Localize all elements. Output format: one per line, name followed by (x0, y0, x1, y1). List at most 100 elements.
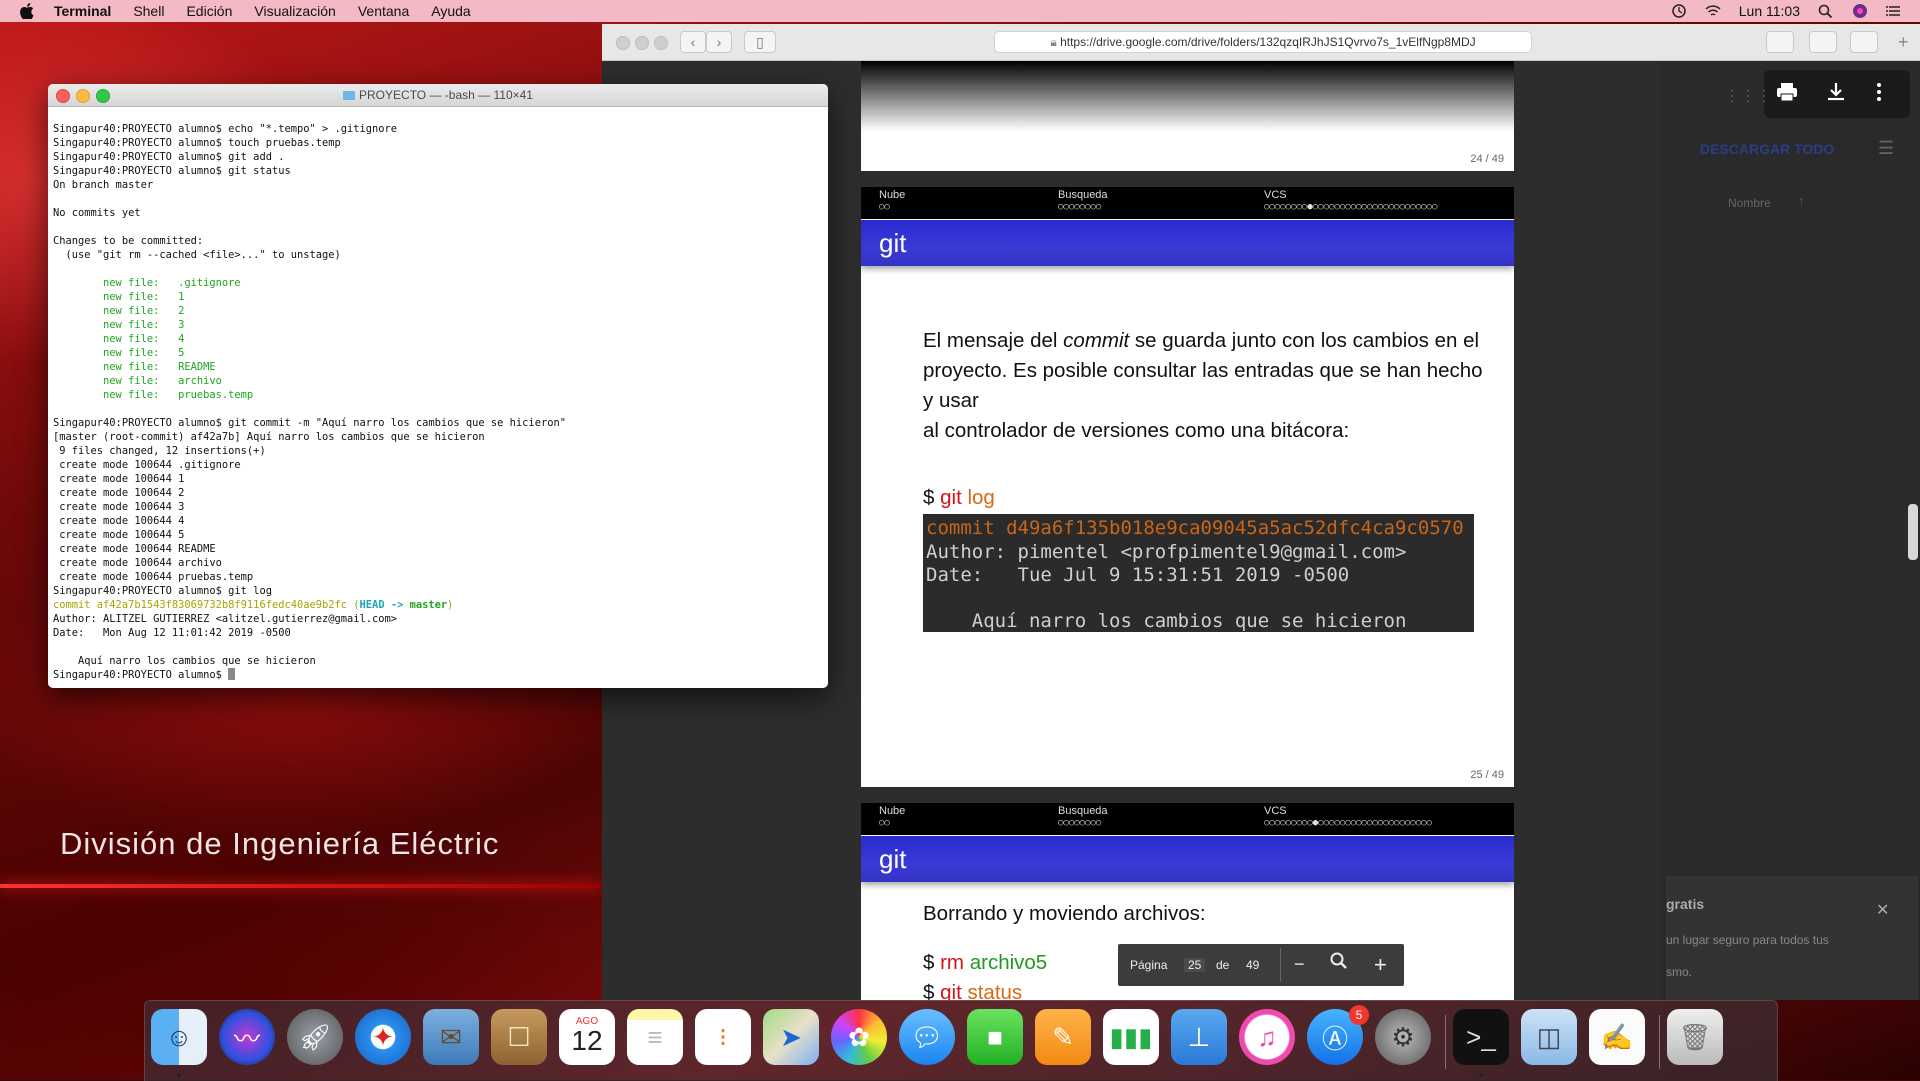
scrollbar-thumb[interactable] (1908, 504, 1918, 560)
download-all-button[interactable]: DESCARGAR TODO (1700, 141, 1834, 157)
column-header-name[interactable]: Nombre (1728, 196, 1771, 210)
itunes-icon[interactable]: ♫ (1239, 1009, 1295, 1065)
keynote-icon[interactable]: ⊥ (1171, 1009, 1227, 1065)
close-icon[interactable]: ✕ (1876, 900, 1889, 920)
nav-section-busqueda[interactable]: Busqueda (1058, 805, 1108, 817)
apps-grid-icon[interactable]: ⋮⋮⋮ (1724, 86, 1772, 106)
pdf-page-25: Nube ○○ Busqueda ○○○○○○○○ VCS ○○○○○○○○●○… (861, 187, 1514, 787)
download-icon[interactable] (1826, 82, 1846, 107)
command-name: rm (940, 951, 965, 974)
slide-title: git (861, 836, 1514, 882)
zoom-out-icon[interactable]: − (1294, 954, 1305, 975)
numbers-icon[interactable]: ▮▮▮ (1103, 1009, 1159, 1065)
log-author-line: Author: pimentel <profpimentel9@gmail.co… (926, 541, 1407, 563)
trash-icon[interactable]: 🗑︎ (1667, 1009, 1723, 1065)
browser-minimize-button[interactable] (635, 36, 649, 50)
terminal-output[interactable]: Singapur40:PROYECTO alumno$ echo "*.temp… (53, 122, 813, 682)
menu-clock[interactable]: Lun 11:03 (1739, 3, 1800, 19)
page-number-input[interactable]: 25 (1184, 958, 1206, 972)
launchpad-icon[interactable]: 🚀︎ (287, 1009, 343, 1065)
command-arg: archivo5 (969, 951, 1048, 974)
browser-close-button[interactable] (616, 36, 630, 50)
menu-visualizacion[interactable]: Visualización (254, 3, 335, 19)
preview-icon[interactable]: ◫ (1521, 1009, 1577, 1065)
terminal-line: Singapur40:PROYECTO alumno$ git status (53, 165, 291, 177)
user-avatar-icon[interactable] (1852, 4, 1868, 18)
slide-paragraph: El mensaje del commit se guarda junto co… (923, 326, 1483, 446)
calendar-icon[interactable]: AGO 12 (559, 1009, 615, 1065)
nav-dots[interactable]: ○○○○○○○○○●○○○○○○○○○○○○○○○○○○○○○ (1264, 818, 1432, 828)
apple-menu-icon[interactable] (20, 3, 34, 20)
mail-icon[interactable]: ✉ (423, 1009, 479, 1065)
print-icon[interactable] (1776, 82, 1798, 107)
sort-arrow-icon[interactable]: ↑ (1798, 193, 1805, 208)
reminders-icon[interactable]: ⁝ (695, 1009, 751, 1065)
pdf-page-controls: Página 25 de 49 − + (1118, 944, 1404, 986)
messages-icon[interactable]: 💬︎ (899, 1009, 955, 1065)
terminal-line: new file: 1 (53, 291, 185, 303)
zoom-magnifier-icon[interactable] (1330, 952, 1348, 973)
nav-section-nube[interactable]: Nube (879, 189, 905, 201)
terminal-line: create mode 100644 2 (53, 487, 185, 499)
notification-center-icon[interactable] (1886, 4, 1902, 18)
wifi-icon[interactable] (1705, 4, 1721, 18)
nav-section-nube[interactable]: Nube (879, 805, 905, 817)
safari-icon[interactable]: ✦ (355, 1009, 411, 1065)
nav-section-vcs[interactable]: VCS (1264, 805, 1287, 817)
sidebar-toggle-button[interactable]: ▯ (744, 31, 776, 53)
maps-icon[interactable]: ➤ (763, 1009, 819, 1065)
facetime-icon[interactable]: ■ (967, 1009, 1023, 1065)
browser-zoom-button[interactable] (654, 36, 668, 50)
menu-shell[interactable]: Shell (133, 3, 164, 19)
terminal-line: Singapur40:PROYECTO alumno$ touch prueba… (53, 137, 341, 149)
spotlight-search-icon[interactable] (1818, 4, 1834, 19)
menu-edicion[interactable]: Edición (186, 3, 232, 19)
terminal-minimize-button[interactable] (76, 89, 90, 103)
terminal-icon[interactable]: >_ (1453, 1009, 1509, 1065)
nav-dots[interactable]: ○○○○○○○○●○○○○○○○○○○○○○○○○○○○○○○○ (1264, 202, 1437, 212)
running-indicator (177, 1073, 181, 1077)
terminal-zoom-button[interactable] (96, 89, 110, 103)
nav-dots[interactable]: ○○○○○○○○ (1058, 202, 1101, 212)
chevron-left-icon: ‹ (690, 34, 696, 50)
downloads-button[interactable] (1766, 31, 1794, 53)
contacts-icon[interactable]: ☐ (491, 1009, 547, 1065)
pages-icon[interactable]: ✎ (1035, 1009, 1091, 1065)
new-tab-button[interactable]: + (1898, 32, 1909, 53)
nav-section-vcs[interactable]: VCS (1264, 189, 1287, 201)
zoom-in-icon[interactable]: + (1374, 952, 1387, 978)
back-button[interactable]: ‹ (680, 31, 706, 53)
share-button[interactable] (1809, 31, 1837, 53)
commit-head-ref: HEAD -> master (360, 599, 448, 611)
more-options-icon[interactable] (1876, 82, 1882, 107)
finder-icon[interactable]: ☺ (151, 1009, 207, 1065)
commit-paren: ) (447, 599, 454, 611)
time-machine-icon[interactable] (1671, 4, 1687, 18)
siri-icon[interactable]: 〰 (219, 1009, 275, 1065)
nav-section-busqueda[interactable]: Busqueda (1058, 189, 1108, 201)
textedit-icon[interactable]: ✍ (1589, 1009, 1645, 1065)
page-number: 25 / 49 (1470, 769, 1504, 781)
terminal-line: Singapur40:PROYECTO alumno$ (53, 668, 813, 682)
terminal-line: commit af42a7b1543f83069732b8f9116fedc40… (53, 598, 813, 612)
notes-icon[interactable]: ≡ (627, 1009, 683, 1065)
menu-ventana[interactable]: Ventana (358, 3, 409, 19)
text-line: al controlador de versiones como una bit… (923, 419, 1350, 442)
nav-dots[interactable]: ○○ (879, 818, 890, 828)
terminal-close-button[interactable] (56, 89, 70, 103)
nav-dots[interactable]: ○○○○○○○○ (1058, 818, 1101, 828)
forward-button[interactable]: › (706, 31, 732, 53)
system-preferences-icon[interactable]: ⚙ (1375, 1009, 1431, 1065)
menu-ayuda[interactable]: Ayuda (431, 3, 470, 19)
terminal-line: new file: 4 (53, 333, 185, 345)
list-view-icon[interactable]: ☰ (1878, 138, 1894, 159)
address-bar[interactable]: 🔒︎ https://drive.google.com/drive/folder… (994, 31, 1532, 53)
command-name: git (940, 486, 962, 509)
tabs-overview-button[interactable] (1850, 31, 1878, 53)
photos-icon[interactable]: ✿ (831, 1009, 887, 1065)
menu-app-terminal[interactable]: Terminal (54, 3, 111, 19)
terminal-line: Singapur40:PROYECTO alumno$ git log (53, 585, 272, 597)
nav-dots[interactable]: ○○ (879, 202, 890, 212)
